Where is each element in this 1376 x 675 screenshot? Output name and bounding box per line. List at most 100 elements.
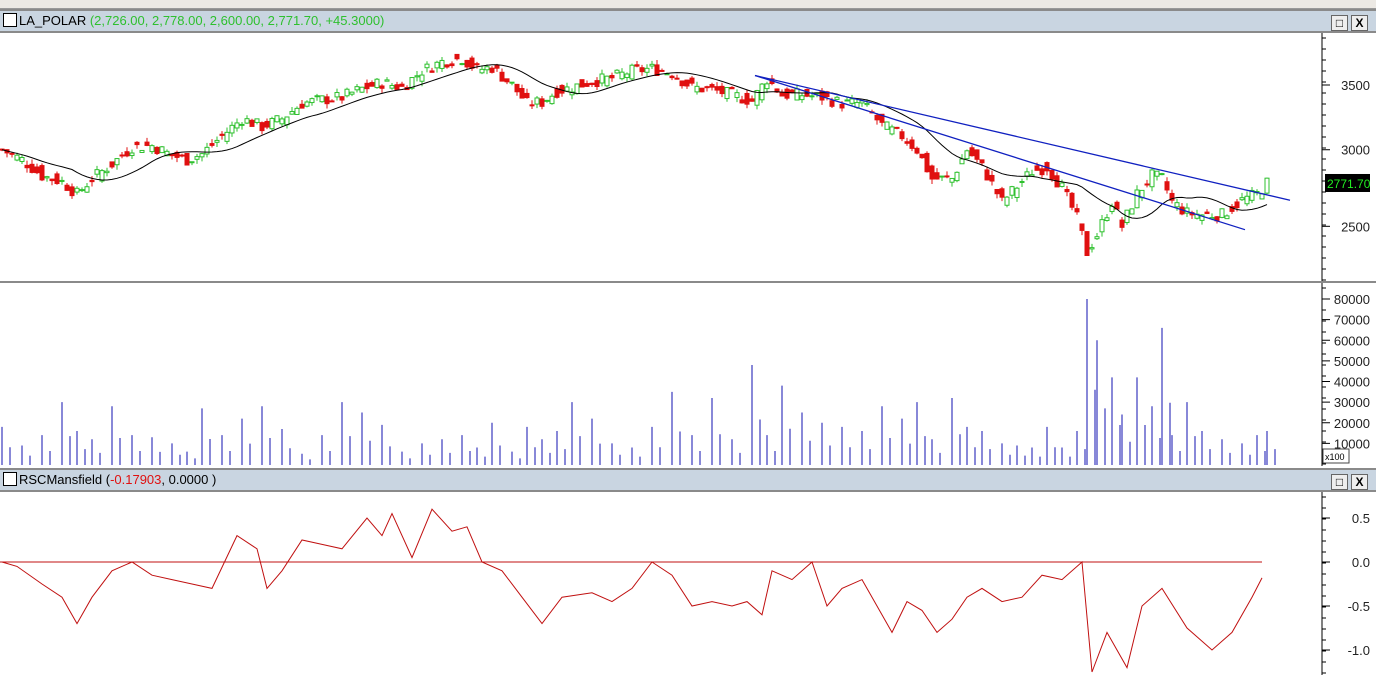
y-tick-label: -0.5 bbox=[1348, 599, 1370, 614]
candle bbox=[689, 77, 695, 84]
candle bbox=[1134, 189, 1140, 209]
candle bbox=[69, 186, 75, 197]
candle bbox=[894, 126, 900, 129]
candle bbox=[124, 151, 130, 157]
candle bbox=[969, 147, 975, 157]
volume-multiplier: x100 bbox=[1325, 452, 1345, 462]
candle bbox=[659, 69, 665, 72]
candle bbox=[334, 92, 340, 98]
candle bbox=[129, 152, 135, 157]
candle bbox=[509, 81, 515, 84]
close-icon[interactable]: X bbox=[1351, 15, 1368, 31]
candle bbox=[369, 82, 375, 87]
candle bbox=[1174, 202, 1180, 208]
candle bbox=[9, 152, 15, 155]
y-tick-label: 40000 bbox=[1334, 375, 1370, 390]
y-tick-label: 60000 bbox=[1334, 333, 1370, 348]
candle bbox=[439, 59, 445, 69]
maximize-icon[interactable]: □ bbox=[1331, 15, 1348, 31]
candle bbox=[544, 99, 550, 102]
candle bbox=[684, 79, 690, 87]
y-tick-label: 20000 bbox=[1334, 416, 1370, 431]
candle bbox=[49, 178, 55, 182]
candle bbox=[959, 158, 965, 165]
candle bbox=[609, 75, 615, 79]
candle bbox=[319, 95, 325, 103]
candle bbox=[554, 88, 560, 98]
candle bbox=[389, 84, 395, 89]
candle bbox=[1084, 231, 1090, 257]
candle bbox=[1154, 170, 1160, 177]
maximize-icon[interactable]: □ bbox=[1331, 474, 1348, 490]
candle bbox=[1099, 219, 1105, 233]
candle bbox=[399, 83, 405, 87]
candle bbox=[104, 170, 110, 174]
candle bbox=[929, 165, 935, 180]
candle bbox=[629, 64, 635, 80]
rsc-value-2: , 0.0000 ) bbox=[161, 472, 217, 487]
candle bbox=[1059, 182, 1065, 187]
candle bbox=[469, 57, 475, 69]
candle bbox=[649, 63, 655, 67]
candle bbox=[219, 133, 225, 136]
candle bbox=[459, 63, 465, 66]
rsc-chart[interactable]: 0.5 0.0 -0.5 -1.0 bbox=[0, 492, 1376, 675]
candle bbox=[714, 86, 720, 91]
candle bbox=[249, 119, 255, 127]
candle bbox=[494, 64, 500, 69]
y-tick-label: 80000 bbox=[1334, 292, 1370, 307]
candle bbox=[1144, 183, 1150, 186]
candle bbox=[34, 166, 40, 174]
candle bbox=[724, 86, 730, 100]
price-title: LA_POLAR bbox=[19, 13, 87, 28]
y-tick-label: 50000 bbox=[1334, 354, 1370, 369]
candle bbox=[949, 177, 955, 183]
candle bbox=[1244, 195, 1250, 205]
candle bbox=[379, 85, 385, 89]
candle bbox=[784, 88, 790, 99]
candle bbox=[1014, 187, 1020, 199]
candle bbox=[1234, 201, 1240, 209]
volume-chart[interactable]: 8000070000600005000040000300002000010000… bbox=[0, 283, 1376, 466]
candle bbox=[474, 63, 480, 66]
candle bbox=[734, 92, 740, 99]
candle bbox=[1039, 168, 1045, 176]
candle bbox=[1004, 196, 1010, 206]
candle bbox=[94, 169, 100, 175]
pane-select-icon[interactable] bbox=[3, 472, 17, 486]
candle bbox=[1159, 173, 1165, 176]
moving-average-line bbox=[1, 64, 1268, 219]
candle bbox=[199, 153, 205, 158]
pane-select-icon[interactable] bbox=[3, 13, 17, 27]
candle bbox=[1064, 188, 1070, 193]
rsc-value: -0.17903 bbox=[110, 472, 162, 487]
candle bbox=[204, 146, 210, 155]
y-tick-label: 0.0 bbox=[1352, 555, 1370, 570]
candle bbox=[419, 74, 425, 82]
y-tick-label: 70000 bbox=[1334, 313, 1370, 328]
candle bbox=[909, 139, 915, 149]
trendline bbox=[754, 74, 1246, 231]
candle bbox=[444, 64, 450, 68]
candle bbox=[524, 92, 530, 99]
candle bbox=[669, 75, 675, 79]
candle bbox=[1094, 236, 1100, 240]
candle bbox=[984, 169, 990, 181]
candle bbox=[189, 161, 195, 164]
candle bbox=[839, 103, 845, 109]
candle bbox=[1049, 169, 1055, 180]
candle bbox=[694, 85, 700, 93]
close-icon[interactable]: X bbox=[1351, 474, 1368, 490]
candle bbox=[339, 96, 345, 101]
price-chart[interactable]: 3500 3000 2500 2771.70 bbox=[0, 33, 1376, 281]
candle bbox=[1224, 215, 1230, 220]
candle bbox=[384, 79, 390, 82]
candle bbox=[1264, 177, 1270, 194]
candle bbox=[974, 149, 980, 160]
candle bbox=[179, 154, 185, 157]
candle bbox=[1019, 181, 1025, 184]
candle bbox=[44, 176, 50, 179]
candle bbox=[899, 131, 905, 140]
candle bbox=[364, 82, 370, 90]
candle bbox=[449, 63, 455, 67]
